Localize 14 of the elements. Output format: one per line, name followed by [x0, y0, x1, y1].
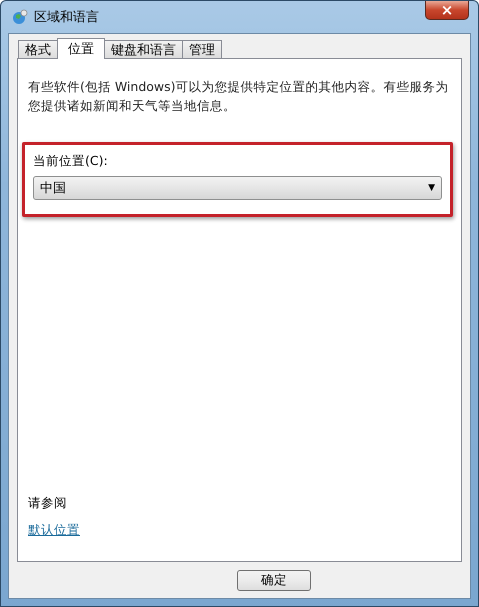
tab[interactable]: 位置	[57, 38, 105, 59]
close-button[interactable]: ×	[425, 1, 469, 20]
tab[interactable]: 键盘和语言	[104, 40, 183, 58]
tab[interactable]: 管理	[182, 40, 222, 58]
location-label: 当前位置(C):	[33, 153, 109, 170]
ok-button[interactable]: 确定	[237, 570, 311, 591]
tab[interactable]: 格式	[18, 40, 58, 58]
window-title: 区域和语言	[34, 9, 99, 26]
location-dropdown[interactable]: 中国 ▼	[33, 176, 442, 200]
dropdown-caret-icon: ▼	[428, 183, 435, 193]
link[interactable]: 默认位置	[28, 522, 80, 540]
see-also-heading: 请参阅	[28, 495, 68, 512]
globe-icon	[12, 9, 28, 25]
description-text: 有些软件(包括 Windows)可以为您提供特定位置的其他内容。有些服务为您提供诸如新闻和天气等当地信息。	[28, 78, 450, 115]
